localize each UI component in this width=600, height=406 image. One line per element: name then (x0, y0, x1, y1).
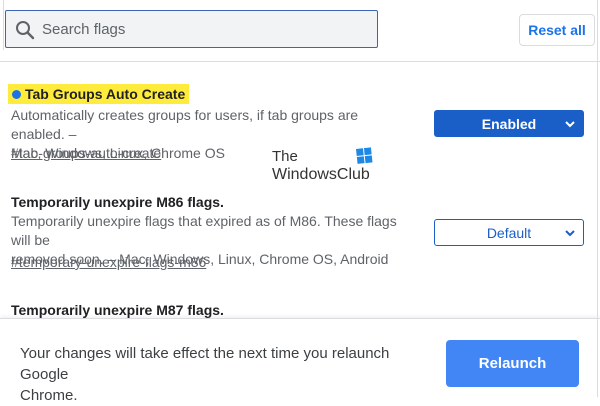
experiment-link[interactable]: #temporary-unexpire-flags-m86 (11, 254, 206, 270)
experiment-select[interactable]: Enabled (434, 110, 584, 137)
description-line: Automatically creates groups for users, … (11, 107, 359, 142)
description-line: Temporarily unexpire flags that expired … (11, 213, 397, 248)
windowsclub-logo: The WindowsClub (272, 147, 382, 187)
top-bar: Search flags Reset all (0, 0, 600, 62)
logo-text-line1: The (272, 148, 298, 165)
select-value: Default (486, 224, 532, 241)
search-icon (14, 19, 36, 41)
reset-all-button[interactable]: Reset all (519, 14, 595, 46)
divider (3, 0, 4, 50)
experiment-title: Tab Groups Auto Create (8, 84, 190, 104)
experiment-title: Temporarily unexpire M86 flags. (11, 194, 224, 210)
relaunch-button[interactable]: Relaunch (446, 340, 579, 387)
search-placeholder: Search flags (42, 21, 126, 38)
experiment-link[interactable]: #tab-groups-auto-create (11, 145, 161, 161)
relaunch-bar: Your changes will take effect the next t… (0, 318, 600, 404)
chevron-down-icon (565, 121, 575, 128)
experiment-title-text: Tab Groups Auto Create (25, 86, 186, 102)
message-line: Your changes will take effect the next t… (20, 345, 390, 383)
divider (597, 0, 598, 397)
message-line: Chrome. (20, 387, 78, 404)
chevron-down-icon (565, 230, 575, 237)
logo-text-line2: WindowsClub (272, 166, 370, 183)
experiment-select[interactable]: Default (434, 219, 584, 246)
modified-indicator-icon (12, 89, 21, 99)
select-value: Enabled (481, 115, 537, 132)
experiment-title: Temporarily unexpire M87 flags. (11, 302, 224, 318)
search-input[interactable]: Search flags (5, 10, 378, 48)
